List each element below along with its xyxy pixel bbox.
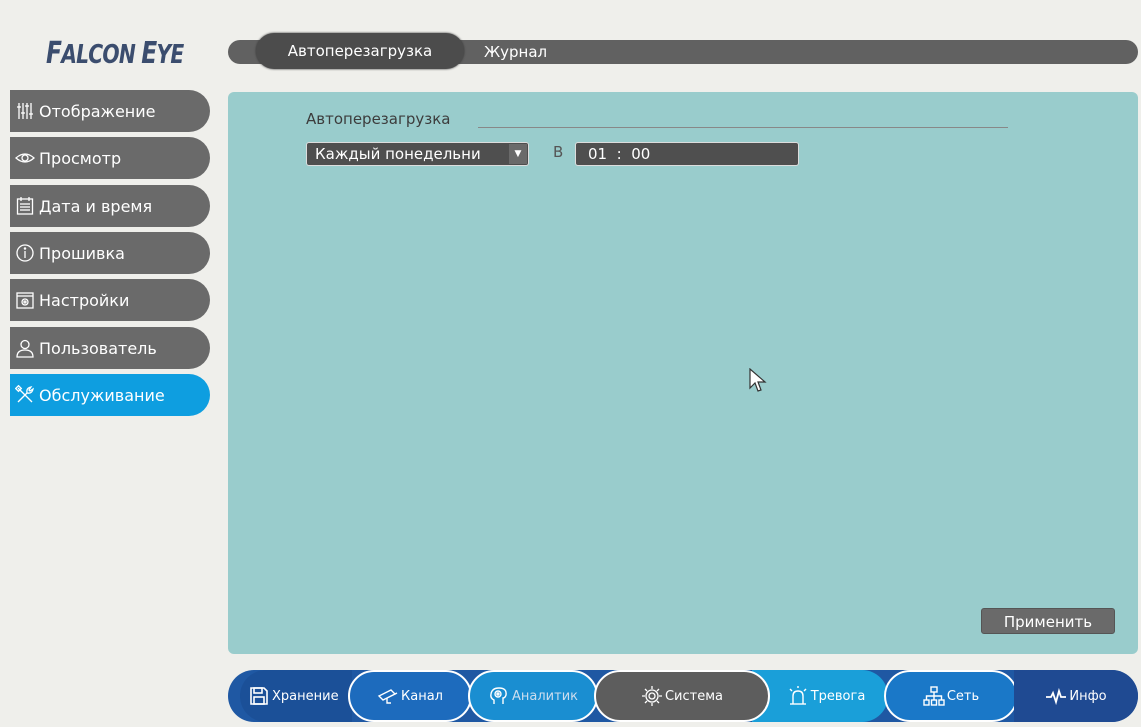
nav-storage[interactable]: Хранение xyxy=(240,670,352,722)
apply-button[interactable]: Применить xyxy=(981,608,1115,634)
section-divider xyxy=(478,127,1008,128)
sidebar-item-label: Дата и время xyxy=(39,196,153,216)
falcon-eye-logo: FALCON EYE xyxy=(46,36,184,71)
floppy-icon xyxy=(250,687,268,705)
sidebar-item-settings[interactable]: Настройки xyxy=(10,279,210,321)
settings-folder-icon xyxy=(14,289,36,311)
user-icon xyxy=(14,337,36,359)
gear-icon xyxy=(641,686,662,706)
section-title: Автоперезагрузка xyxy=(306,110,451,128)
alarm-icon xyxy=(789,686,807,705)
sidebar-item-label: Пользователь xyxy=(39,338,157,358)
sidebar-item-label: Настройки xyxy=(39,290,130,310)
chevron-down-icon[interactable]: ▼ xyxy=(509,144,527,164)
info-icon xyxy=(14,242,36,264)
tools-icon xyxy=(14,384,36,406)
pulse-icon xyxy=(1046,687,1067,706)
nav-label: Аналитик xyxy=(512,688,578,704)
tab-autoreboot[interactable]: Автоперезагрузка xyxy=(256,33,464,69)
nav-label: Сеть xyxy=(946,688,980,704)
nav-label: Тревога xyxy=(810,688,866,704)
sidebar-item-preview[interactable]: Просмотр xyxy=(10,137,210,179)
nav-system[interactable]: Система xyxy=(594,670,770,722)
nav-label: Канал xyxy=(401,688,443,704)
nav-alarm[interactable]: Тревога xyxy=(752,670,888,722)
network-icon xyxy=(923,686,945,706)
schedule-select[interactable]: Каждый понедельни ▼ xyxy=(306,142,529,166)
at-label: В xyxy=(553,143,564,161)
autoreboot-panel: Автоперезагрузка Каждый понедельни ▼ В 0… xyxy=(228,92,1138,654)
schedule-value: Каждый понедельни xyxy=(315,145,481,163)
sidebar-item-display[interactable]: Отображение xyxy=(10,90,210,132)
nav-label: Хранение xyxy=(272,688,339,704)
sidebar-item-label: Обслуживание xyxy=(39,385,165,405)
time-input[interactable]: 01 : 00 xyxy=(575,142,799,166)
nav-analytics[interactable]: Аналитик xyxy=(468,670,598,722)
sidebar-item-datetime[interactable]: Дата и время xyxy=(10,185,210,227)
nav-channel[interactable]: Канал xyxy=(348,670,472,722)
calendar-icon xyxy=(14,195,36,217)
sidebar-item-label: Прошивка xyxy=(39,243,125,263)
nav-network[interactable]: Сеть xyxy=(884,670,1018,722)
nav-label: Инфо xyxy=(1069,688,1107,704)
nav-label: Система xyxy=(664,688,724,704)
camera-icon xyxy=(377,689,398,704)
mouse-cursor-icon xyxy=(749,368,767,392)
eye-icon xyxy=(14,147,36,169)
sidebar-item-label: Просмотр xyxy=(39,148,122,168)
sliders-icon xyxy=(14,100,36,122)
sidebar-item-maintenance[interactable]: Обслуживание xyxy=(10,374,210,416)
sidebar-item-user[interactable]: Пользователь xyxy=(10,327,210,369)
sidebar-item-firmware[interactable]: Прошивка xyxy=(10,232,210,274)
tab-journal[interactable]: Журнал xyxy=(484,40,547,64)
brain-icon xyxy=(490,687,507,704)
sidebar-item-label: Отображение xyxy=(39,101,156,121)
nav-info[interactable]: Инфо xyxy=(1014,670,1138,722)
